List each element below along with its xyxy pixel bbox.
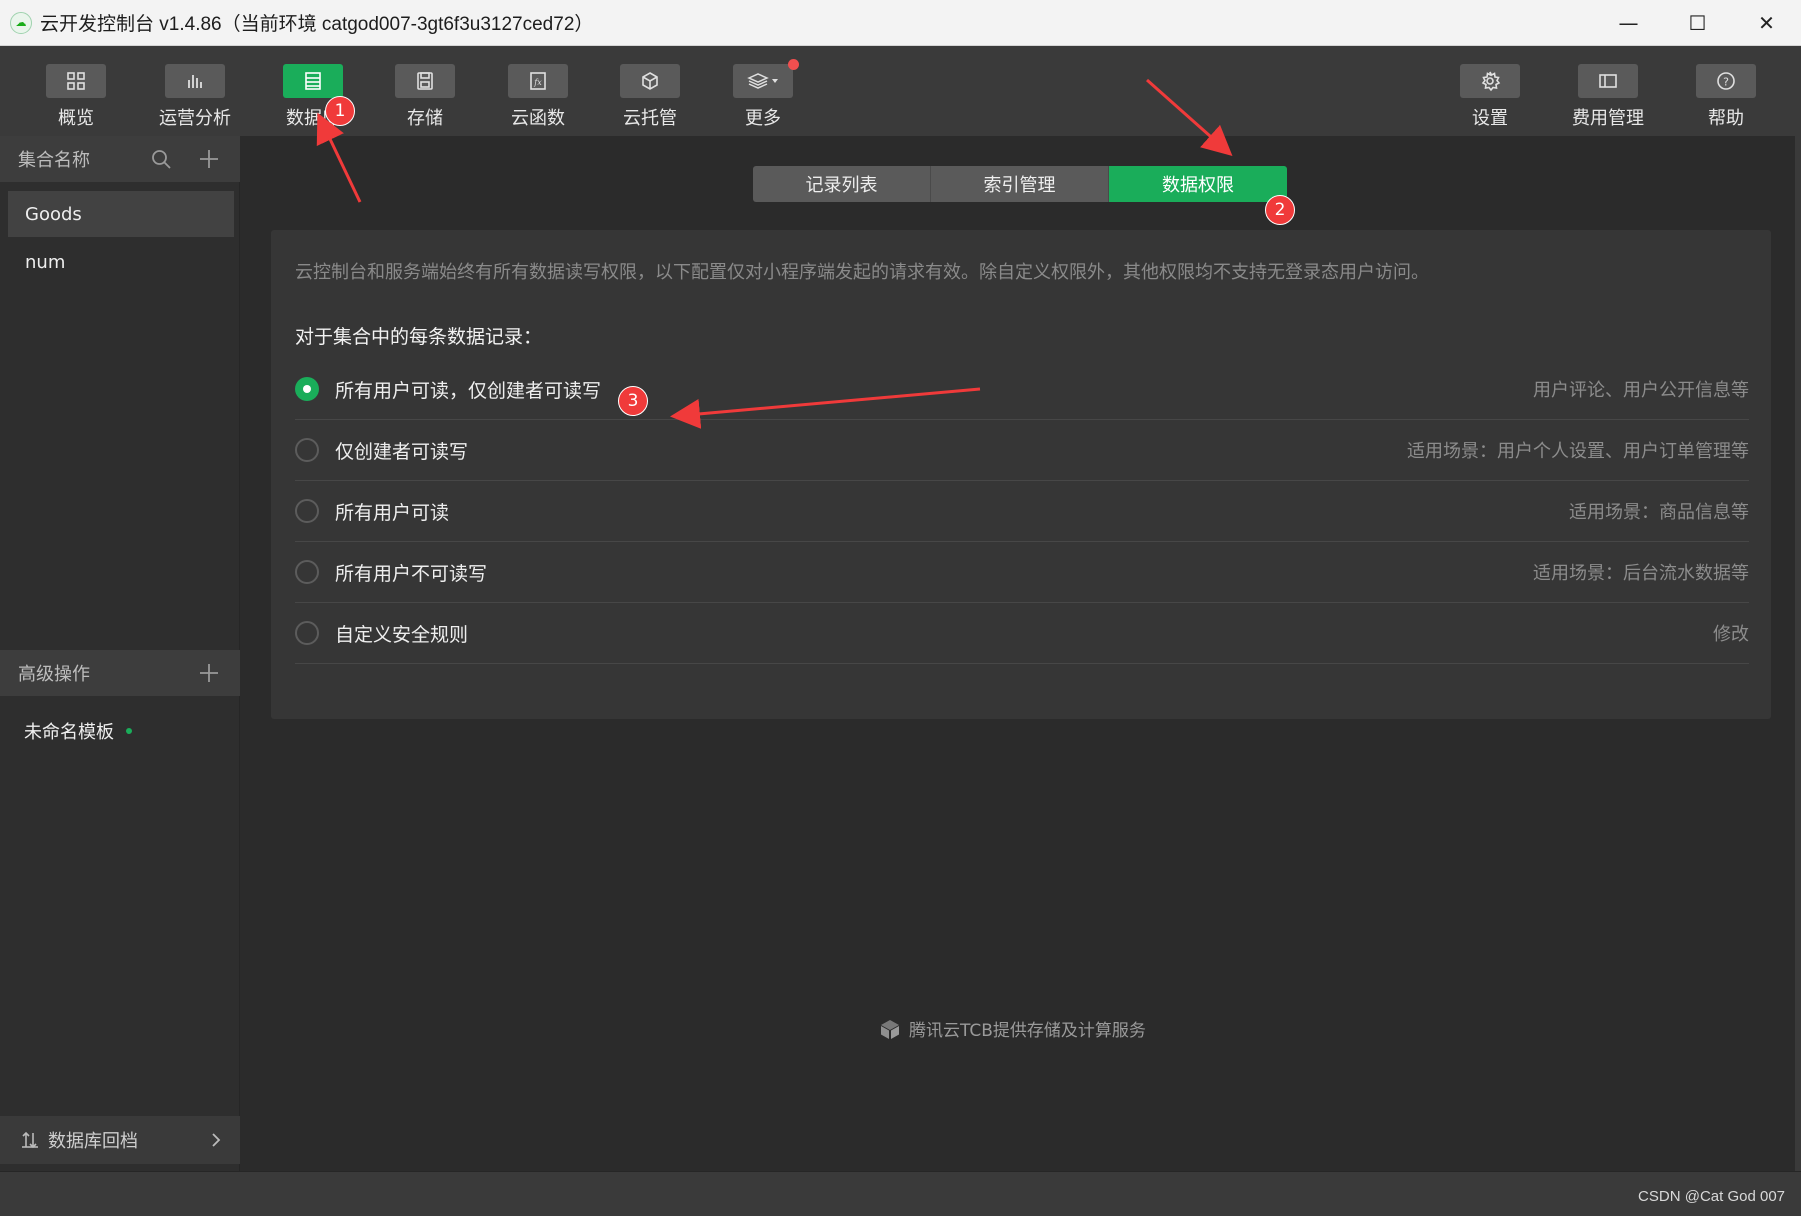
sort-icon: [22, 1131, 38, 1149]
toolbar-cloud-hosting[interactable]: 云托管: [600, 64, 700, 134]
option-label: 自定义安全规则: [335, 623, 469, 646]
tab-indexes[interactable]: 索引管理: [931, 166, 1109, 202]
add-collection-icon[interactable]: [198, 148, 220, 170]
advanced-header-label: 高级操作: [18, 664, 90, 685]
annotation-badge-3: 3: [618, 386, 648, 416]
toolbar-storage[interactable]: 存储: [375, 64, 475, 134]
toolbar-label: 云函数: [511, 108, 565, 129]
app-logo-icon: ☁: [10, 11, 32, 34]
cube-icon: [642, 72, 658, 90]
permission-option[interactable]: 仅创建者可读写 适用场景：用户个人设置、用户订单管理等: [295, 420, 1749, 481]
help-icon: ?: [1717, 72, 1735, 90]
toolbar-label: 云托管: [623, 108, 677, 129]
maximize-button[interactable]: ☐: [1663, 0, 1732, 46]
save-icon: [417, 72, 433, 90]
database-rollback[interactable]: 数据库回档: [0, 1116, 240, 1164]
notification-dot: [788, 59, 799, 70]
annotation-badge-2: 2: [1265, 195, 1295, 225]
powered-by-text: 腾讯云TCB提供存储及计算服务: [909, 1021, 1146, 1041]
collection-sidebar: 集合名称 Goods num 高级操作 未命名模板 数据库回档: [0, 136, 240, 1171]
annotation-badge-1: 1: [325, 96, 355, 126]
close-button[interactable]: ✕: [1732, 0, 1801, 46]
gear-icon: [1481, 71, 1501, 92]
window-edge: [1795, 46, 1801, 1171]
option-hint: 用户评论、用户公开信息等: [1533, 380, 1749, 401]
chevron-right-icon: [212, 1133, 221, 1147]
tab-bar: 记录列表 索引管理 数据权限: [753, 166, 1287, 202]
permission-option[interactable]: 自定义安全规则 修改: [295, 603, 1749, 664]
option-label: 所有用户可读，仅创建者可读写: [335, 379, 602, 402]
collection-item-num[interactable]: num: [8, 239, 234, 285]
search-icon[interactable]: [150, 148, 172, 170]
radio-button[interactable]: [295, 499, 319, 523]
option-hint: 适用场景：后台流水数据等: [1533, 563, 1749, 584]
toolbar-overview[interactable]: 概览: [26, 64, 126, 134]
status-bar: CSDN @Cat God 007: [0, 1171, 1801, 1216]
radio-button[interactable]: [295, 621, 319, 645]
permissions-panel: 云控制台和服务端始终有所有数据读写权限，以下配置仅对小程序端发起的请求有效。除自…: [271, 230, 1771, 719]
toolbar-billing[interactable]: 费用管理: [1558, 64, 1658, 134]
svg-text:fx: fx: [533, 78, 542, 87]
permission-option[interactable]: 所有用户可读，仅创建者可读写 用户评论、用户公开信息等: [295, 359, 1749, 420]
radio-button[interactable]: [295, 438, 319, 462]
collections-header: 集合名称: [0, 136, 240, 182]
grid-icon: [67, 72, 85, 90]
option-label: 所有用户可读: [335, 501, 450, 524]
status-dot: [126, 728, 132, 734]
toolbar-label: 存储: [407, 108, 443, 129]
radio-button[interactable]: [295, 560, 319, 584]
toolbar-label: 概览: [58, 108, 94, 129]
database-icon: [305, 72, 321, 90]
powered-by: 腾讯云TCB提供存储及计算服务: [879, 1016, 1146, 1041]
permission-option[interactable]: 所有用户不可读写 适用场景：后台流水数据等: [295, 542, 1749, 603]
option-label: 仅创建者可读写: [335, 440, 469, 463]
function-icon: fx: [530, 72, 546, 90]
advanced-header: 高级操作: [0, 650, 240, 696]
main-content: 记录列表 索引管理 数据权限 云控制台和服务端始终有所有数据读写权限，以下配置仅…: [241, 136, 1801, 1171]
add-template-icon[interactable]: [198, 662, 220, 684]
radio-button[interactable]: [295, 377, 319, 401]
permissions-notice: 云控制台和服务端始终有所有数据读写权限，以下配置仅对小程序端发起的请求有效。除自…: [295, 262, 1429, 283]
window-controls: — ☐ ✕: [1594, 0, 1801, 46]
svg-text:?: ?: [1723, 76, 1729, 89]
option-hint: 适用场景：商品信息等: [1569, 502, 1749, 523]
tencent-cloud-logo-icon: [881, 1019, 899, 1039]
toolbar-more[interactable]: 更多: [713, 64, 813, 134]
main-toolbar: 概览 运营分析 数据库 存储 fx 云函数 云托管 更多 设置 费用管理 ? 帮…: [0, 46, 1801, 136]
minimize-button[interactable]: —: [1594, 0, 1663, 46]
toolbar-label: 更多: [745, 108, 781, 129]
toolbar-label: 费用管理: [1572, 108, 1644, 129]
collection-item-goods[interactable]: Goods: [8, 191, 234, 237]
permissions-subtitle: 对于集合中的每条数据记录：: [295, 326, 543, 348]
collections-header-label: 集合名称: [18, 150, 90, 171]
toolbar-label: 帮助: [1708, 108, 1744, 129]
title-bar: ☁ 云开发控制台 v1.4.86（当前环境 catgod007-3gt6f3u3…: [0, 0, 1801, 46]
tab-permissions[interactable]: 数据权限: [1109, 166, 1287, 202]
option-label: 所有用户不可读写: [335, 562, 488, 585]
template-item[interactable]: 未命名模板: [24, 718, 132, 744]
template-label: 未命名模板: [24, 722, 114, 743]
rollback-label: 数据库回档: [48, 1131, 138, 1152]
billing-icon: [1599, 74, 1617, 88]
watermark: CSDN @Cat God 007: [1638, 1188, 1785, 1205]
layers-icon: [747, 73, 778, 89]
toolbar-label: 运营分析: [159, 108, 231, 129]
edit-rules-link[interactable]: 修改: [1713, 620, 1749, 646]
bar-chart-icon: [188, 75, 202, 88]
toolbar-help[interactable]: ? 帮助: [1676, 64, 1776, 134]
option-hint: 适用场景：用户个人设置、用户订单管理等: [1407, 441, 1749, 462]
window-title: 云开发控制台 v1.4.86（当前环境 catgod007-3gt6f3u312…: [40, 14, 594, 35]
toolbar-analytics[interactable]: 运营分析: [145, 64, 245, 134]
permission-option[interactable]: 所有用户可读 适用场景：商品信息等: [295, 481, 1749, 542]
toolbar-cloud-function[interactable]: fx 云函数: [488, 64, 588, 134]
toolbar-settings[interactable]: 设置: [1440, 64, 1540, 134]
toolbar-label: 设置: [1472, 108, 1508, 129]
tab-records[interactable]: 记录列表: [753, 166, 931, 202]
